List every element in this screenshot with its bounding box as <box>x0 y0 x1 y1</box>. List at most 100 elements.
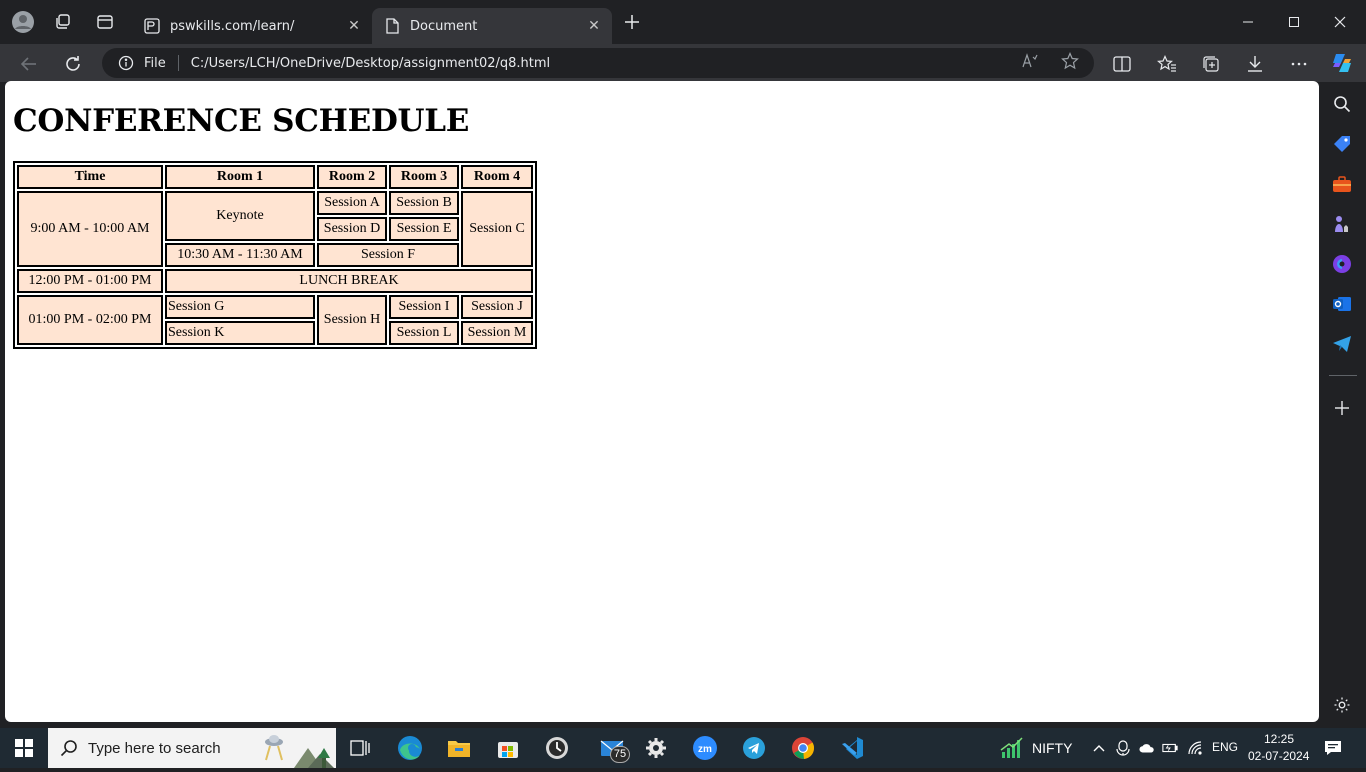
tab-bar: pswkills.com/learn/ ✕ Document ✕ <box>0 0 1366 44</box>
table-row: 12:00 PM - 01:00 PM LUNCH BREAK <box>17 269 533 293</box>
search-icon[interactable] <box>1331 93 1353 115</box>
vscode-icon[interactable] <box>838 734 866 762</box>
refresh-icon[interactable] <box>59 50 87 78</box>
session-b-cell: Session B <box>389 191 459 215</box>
clock-date[interactable]: 02-07-2024 <box>1248 749 1309 763</box>
outlook-icon[interactable] <box>1331 293 1353 315</box>
header-room-2: Room 2 <box>317 165 387 189</box>
split-screen-icon[interactable] <box>1111 53 1133 75</box>
keynote-cell: Keynote <box>165 191 315 241</box>
browser-toolbar: File C:/Users/LCH/OneDrive/Desktop/assig… <box>0 44 1366 82</box>
add-sidebar-app-icon[interactable] <box>1331 397 1353 419</box>
tab-actions-icon[interactable] <box>93 10 117 34</box>
session-e-cell: Session E <box>389 217 459 241</box>
search-magnifier-icon <box>60 739 78 757</box>
tab-document[interactable]: Document ✕ <box>372 8 612 44</box>
time-cell: 9:00 AM - 10:00 AM <box>17 191 163 267</box>
clock-time[interactable]: 12:25 <box>1264 732 1294 746</box>
stock-label[interactable]: NIFTY <box>1032 740 1072 756</box>
session-j-cell: Session J <box>461 295 533 319</box>
onedrive-cloud-icon[interactable] <box>1139 740 1155 756</box>
task-view-icon[interactable] <box>346 734 374 762</box>
tab-title: Document <box>410 18 478 34</box>
address-separator <box>177 55 179 71</box>
header-time: Time <box>17 165 163 189</box>
sidebar-divider <box>1329 375 1357 376</box>
table-row: 01:00 PM - 02:00 PM Session G Session H … <box>17 295 533 345</box>
back-icon[interactable] <box>15 50 43 78</box>
session-d-cell: Session D <box>317 217 387 241</box>
tab-title: pswkills.com/learn/ <box>170 18 295 34</box>
header-room-3: Room 3 <box>389 165 459 189</box>
new-tab-icon[interactable] <box>620 10 644 34</box>
table-header-row: Time Room 1 Room 2 Room 3 Room 4 <box>17 165 533 189</box>
collections-icon[interactable] <box>1200 53 1222 75</box>
windows-start-icon[interactable] <box>10 734 38 762</box>
header-room-4: Room 4 <box>461 165 533 189</box>
time-cell: 01:00 PM - 02:00 PM <box>17 295 163 345</box>
battery-icon[interactable] <box>1162 740 1178 756</box>
schedule-table: Time Room 1 Room 2 Room 3 Room 4 9:00 AM… <box>13 161 537 349</box>
read-aloud-icon[interactable] <box>1020 51 1040 71</box>
favorites-icon[interactable] <box>1156 53 1178 75</box>
page-viewport: CONFERENCE SCHEDULE Time Room 1 Room 2 R… <box>5 81 1319 722</box>
favorite-star-icon[interactable] <box>1060 51 1080 71</box>
session-l-cell: Session L <box>389 321 459 345</box>
microsoft-store-icon[interactable] <box>494 734 522 762</box>
sidebar-settings-gear-icon[interactable] <box>1331 694 1353 716</box>
session-i-cell: Session I <box>389 295 459 319</box>
microsoft365-icon[interactable] <box>1331 253 1353 275</box>
wifi-icon[interactable] <box>1188 740 1204 756</box>
lunch-cell: LUNCH BREAK <box>165 269 533 293</box>
show-hidden-icons-chevron-icon[interactable] <box>1091 740 1107 756</box>
workspaces-icon[interactable] <box>51 10 75 34</box>
minimize-icon[interactable] <box>1225 8 1271 36</box>
close-tab-icon[interactable]: ✕ <box>584 16 604 36</box>
more-options-icon[interactable] <box>1288 53 1310 75</box>
address-bar[interactable]: File C:/Users/LCH/OneDrive/Desktop/assig… <box>102 48 1094 78</box>
header-room-1: Room 1 <box>165 165 315 189</box>
file-explorer-icon[interactable] <box>445 734 473 762</box>
meet-now-icon[interactable] <box>1115 740 1131 756</box>
document-favicon-icon <box>384 18 400 34</box>
pwskills-favicon-icon <box>144 18 160 34</box>
edge-sidebar <box>1319 82 1366 728</box>
language-indicator[interactable]: ENG <box>1212 740 1238 754</box>
session-k-cell: Session K <box>165 321 315 345</box>
send-telegram-icon[interactable] <box>1331 333 1353 355</box>
telegram-icon[interactable] <box>740 734 768 762</box>
notifications-icon[interactable] <box>1324 739 1342 757</box>
zoom-app-icon[interactable]: zm <box>691 734 719 762</box>
copilot-icon[interactable] <box>1329 50 1355 76</box>
edge-browser-icon[interactable] <box>396 734 424 762</box>
downloads-icon[interactable] <box>1244 53 1266 75</box>
stock-chart-icon[interactable] <box>998 734 1026 762</box>
games-chess-icon[interactable] <box>1331 213 1353 235</box>
url-text[interactable]: C:/Users/LCH/OneDrive/Desktop/assignment… <box>191 56 1094 71</box>
session-c-cell: Session C <box>461 191 533 267</box>
close-tab-icon[interactable]: ✕ <box>344 16 364 36</box>
session-h-cell: Session H <box>317 295 387 345</box>
clock-app-icon[interactable] <box>543 734 571 762</box>
time-cell: 12:00 PM - 01:00 PM <box>17 269 163 293</box>
close-window-icon[interactable] <box>1317 8 1363 36</box>
settings-gear-icon[interactable] <box>642 734 670 762</box>
tools-briefcase-icon[interactable] <box>1331 173 1353 195</box>
taskbar-search-box[interactable]: Type here to search <box>48 728 336 768</box>
shopping-tag-icon[interactable] <box>1331 133 1353 155</box>
chrome-icon[interactable] <box>789 734 817 762</box>
session-a-cell: Session A <box>317 191 387 215</box>
search-highlight-icon <box>264 730 334 772</box>
svg-text:zm: zm <box>698 744 712 755</box>
tab-pwskills[interactable]: pswkills.com/learn/ ✕ <box>132 8 372 44</box>
time-cell: 10:30 AM - 11:30 AM <box>165 243 315 267</box>
table-row: 9:00 AM - 10:00 AM Keynote Session A Ses… <box>17 191 533 267</box>
search-placeholder: Type here to search <box>88 739 221 757</box>
profile-avatar-icon[interactable] <box>11 10 35 34</box>
session-m-cell: Session M <box>461 321 533 345</box>
scheme-label: File <box>144 55 166 71</box>
session-g-cell: Session G <box>165 295 315 319</box>
site-info-icon[interactable] <box>118 55 136 71</box>
maximize-icon[interactable] <box>1271 8 1317 36</box>
session-f-cell: Session F <box>317 243 459 267</box>
